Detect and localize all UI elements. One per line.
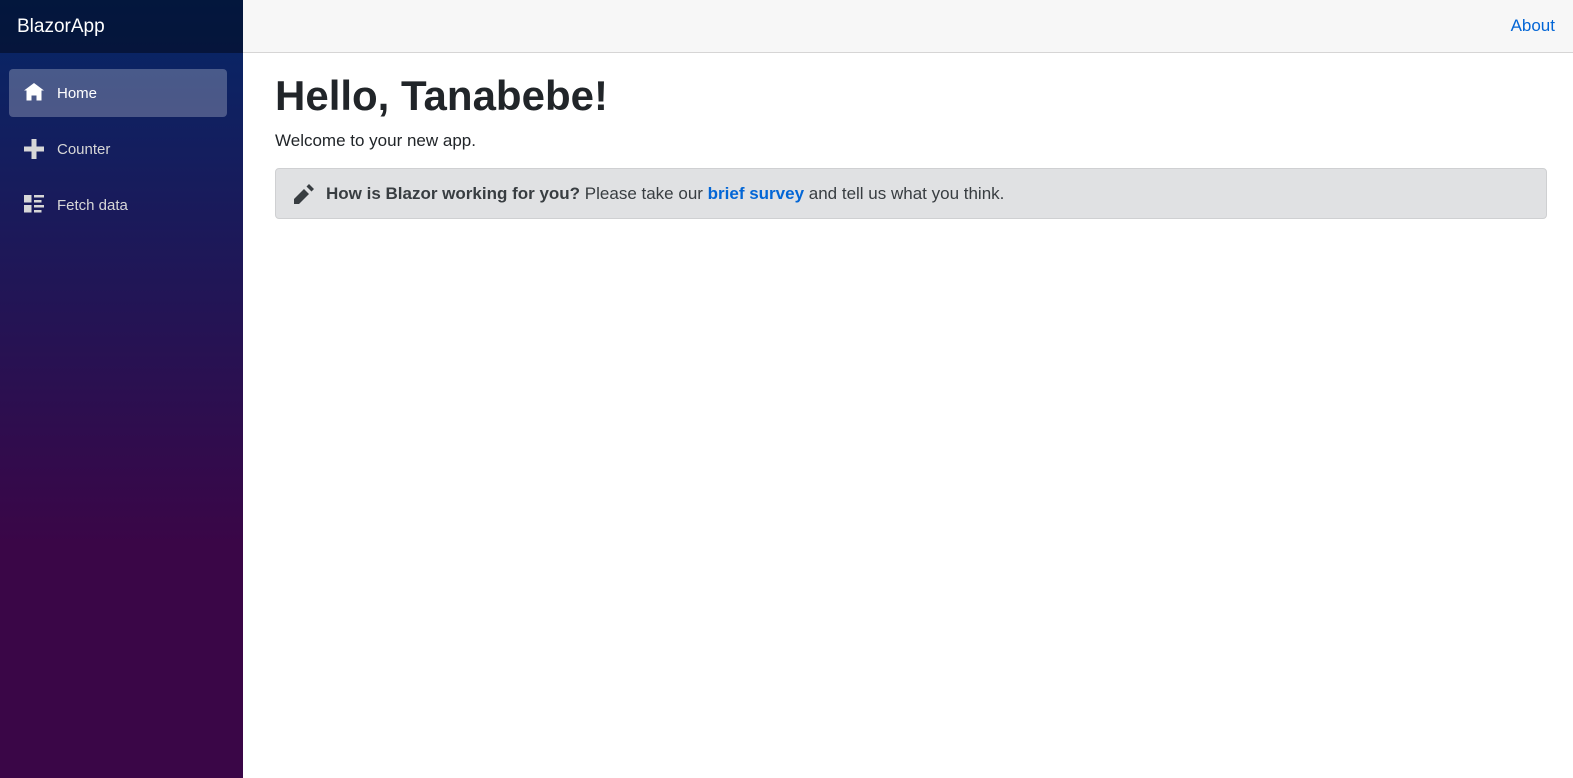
brand-link[interactable]: BlazorApp (17, 16, 105, 38)
main-content: Hello, Tanabebe! Welcome to your new app… (275, 53, 1547, 220)
sidebar: BlazorApp Home Counter Fetch data (0, 0, 243, 778)
sidebar-item-home[interactable]: Home (9, 69, 227, 117)
welcome-text: Welcome to your new app. (275, 131, 476, 151)
brand-bar: BlazorApp (0, 0, 243, 53)
survey-text-after-link: and tell us what you think. (804, 183, 1005, 203)
plus-icon (24, 139, 44, 159)
sidebar-item-label: Fetch data (57, 196, 128, 214)
list-rich-icon (24, 195, 44, 215)
survey-text: How is Blazor working for you? Please ta… (326, 184, 1004, 204)
home-icon (24, 83, 44, 103)
nav-menu: Home Counter Fetch data (0, 53, 243, 229)
top-row: About (243, 0, 1573, 53)
sidebar-item-fetch-data[interactable]: Fetch data (9, 181, 227, 229)
survey-prompt: How is Blazor working for you? Please ta… (275, 168, 1547, 220)
sidebar-item-counter[interactable]: Counter (9, 125, 227, 173)
survey-link[interactable]: brief survey (708, 184, 804, 203)
page-title: Hello, Tanabebe! (275, 72, 608, 119)
pencil-icon (294, 183, 314, 204)
about-link[interactable]: About (1511, 16, 1555, 36)
survey-question: How is Blazor working for you? (326, 183, 581, 203)
survey-text-before-link: Please take our (580, 183, 708, 203)
sidebar-item-label: Counter (57, 140, 111, 158)
sidebar-item-label: Home (57, 84, 98, 102)
